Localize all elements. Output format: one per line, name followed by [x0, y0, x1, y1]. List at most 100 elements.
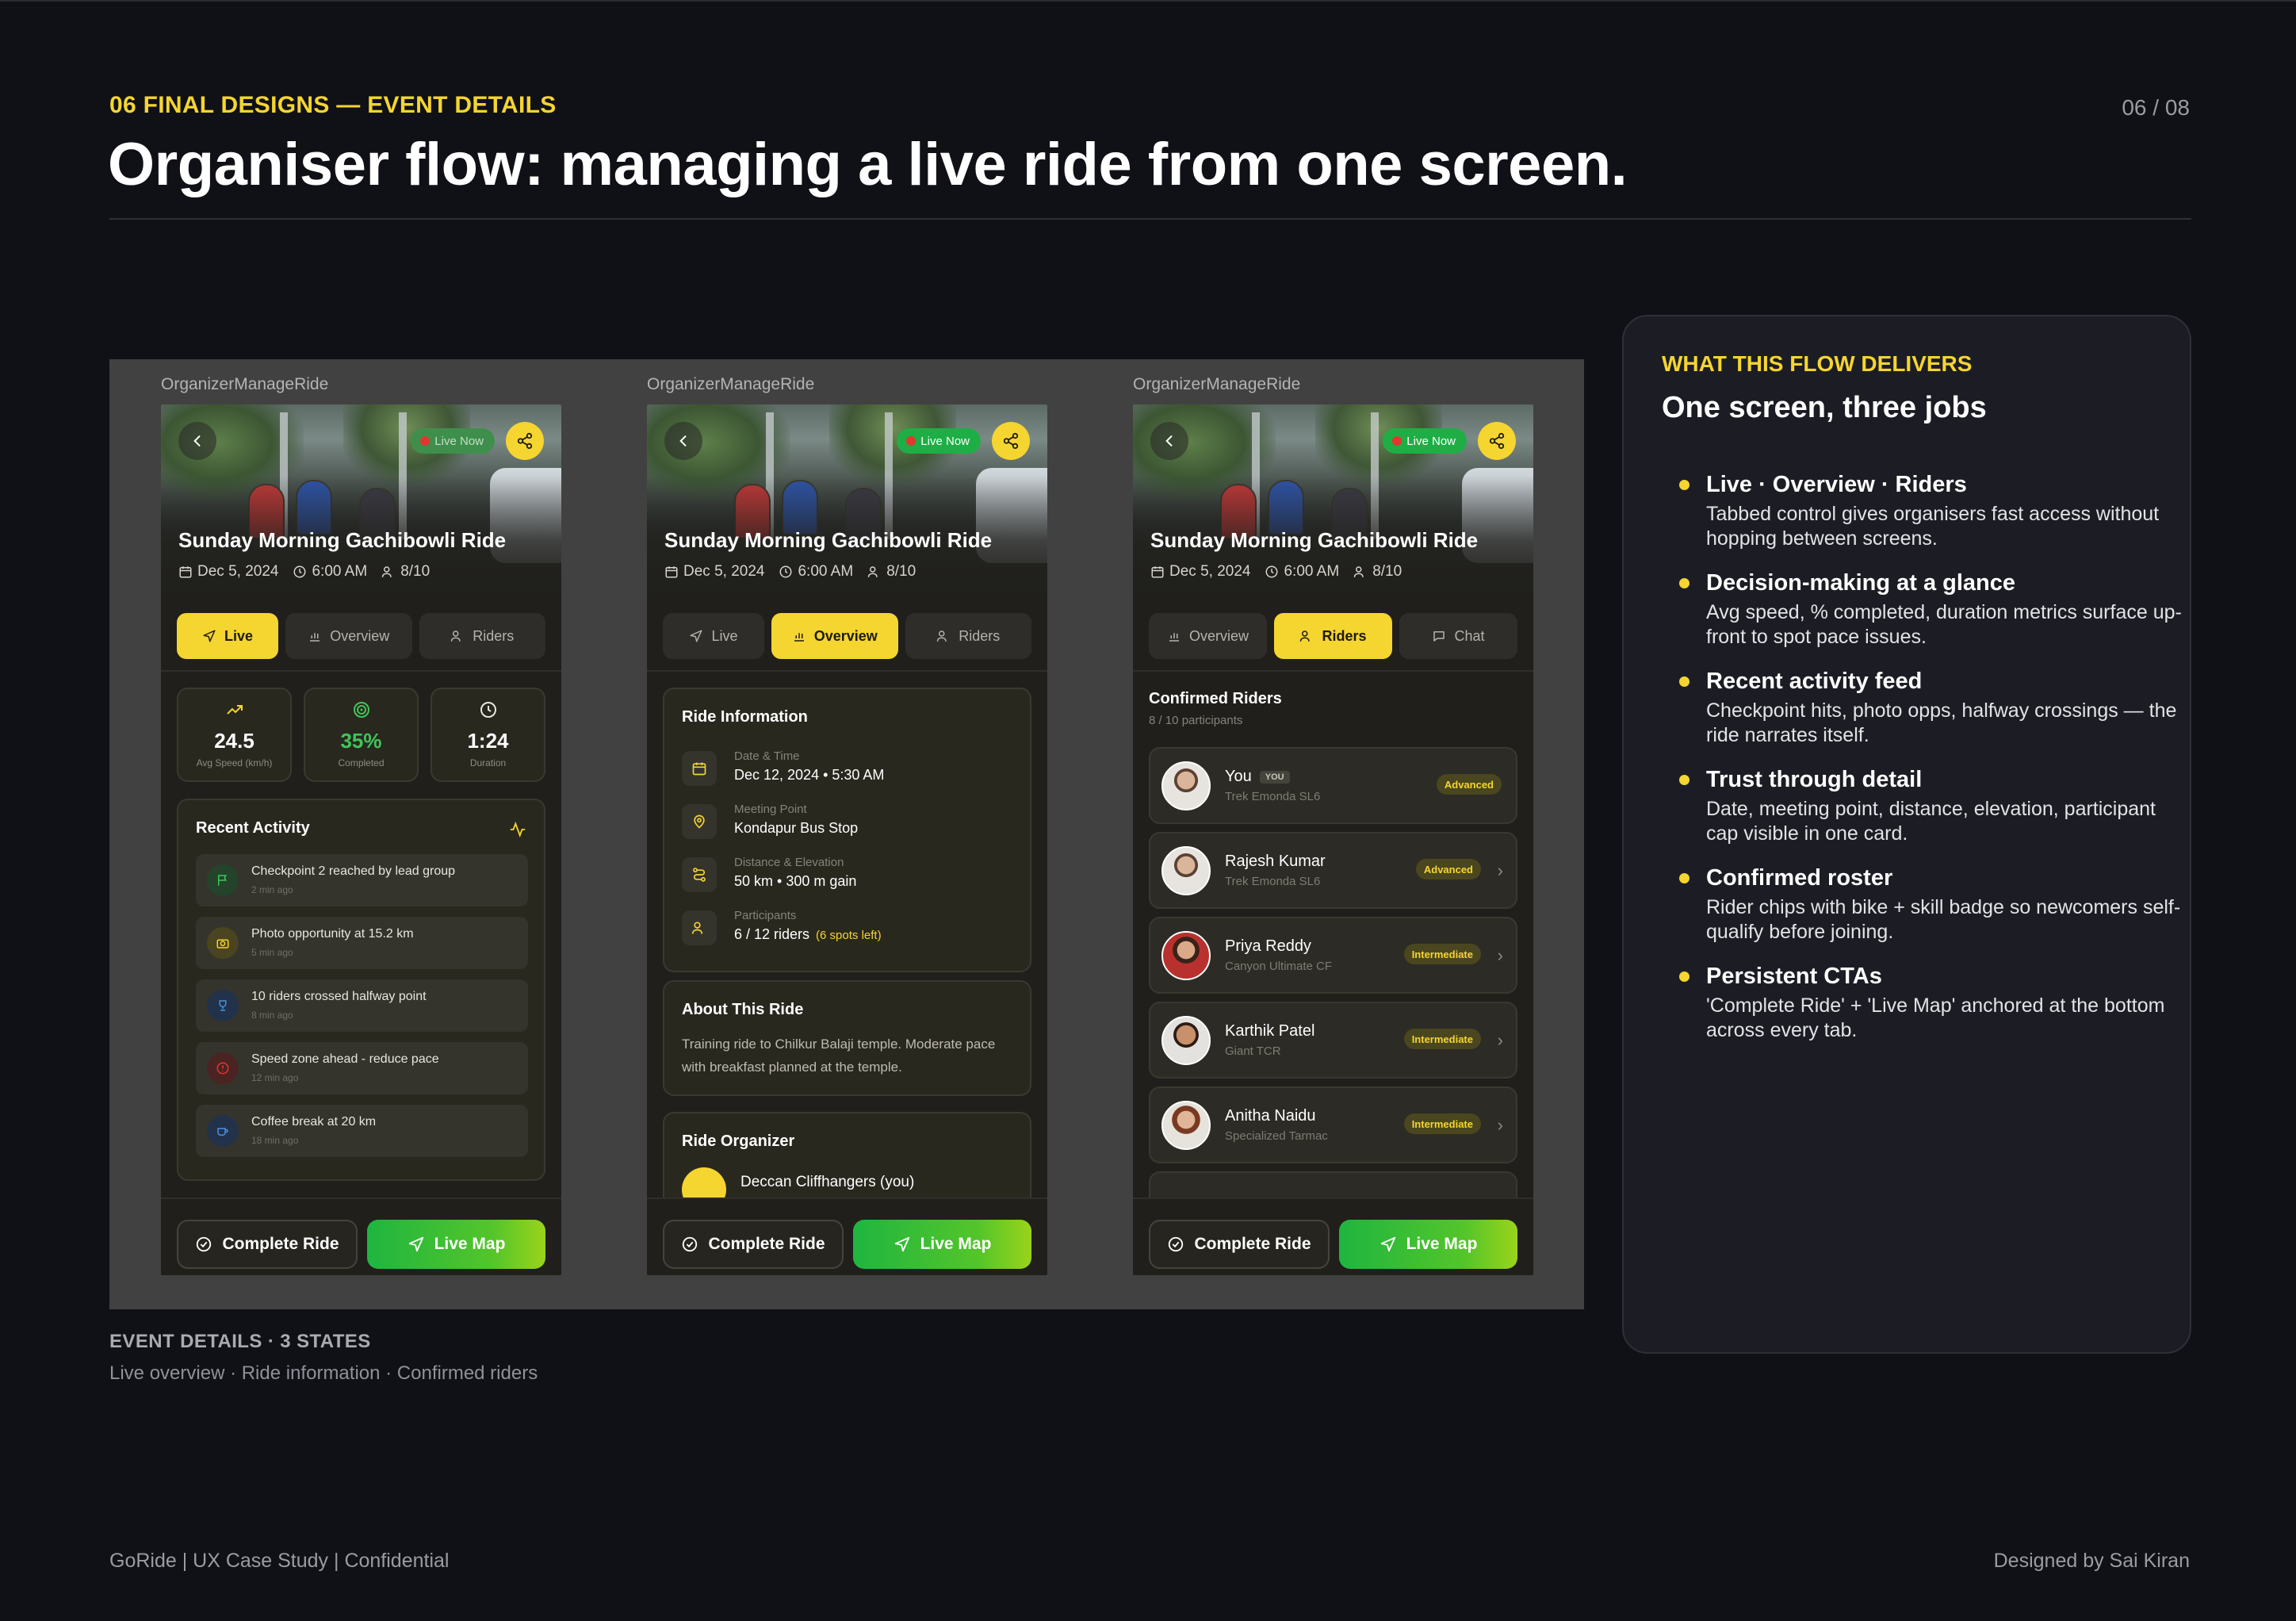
live-map-button[interactable]: Live Map	[1339, 1220, 1517, 1269]
complete-ride-button[interactable]: Complete Ride	[1149, 1220, 1330, 1269]
you-tag: YOU	[1259, 770, 1290, 784]
calendar-icon	[1151, 566, 1164, 578]
bullet-dot-icon	[1679, 480, 1689, 490]
about-ride-text: Training ride to Chilkur Balaji temple. …	[682, 1037, 996, 1075]
tab-overview[interactable]: Overview	[1149, 613, 1267, 659]
chevron-right-icon: ›	[1497, 860, 1503, 880]
section-eyebrow: 06 FINAL DESIGNS — EVENT DETAILS	[109, 92, 557, 118]
activity-icon	[510, 822, 526, 837]
bar-chart-icon	[1169, 633, 1179, 642]
live-now-badge: Live Now	[411, 428, 495, 454]
bullet-dot-icon	[1679, 873, 1689, 883]
tab-live[interactable]: Live	[177, 613, 278, 659]
rider-chip[interactable]: Priya Reddy Canyon Ultimate CF Intermedi…	[1149, 917, 1517, 994]
top-border	[0, 0, 2296, 2]
chevron-left-icon	[193, 435, 201, 446]
share-icon	[1003, 432, 1019, 450]
bullet-dot-icon	[1679, 578, 1689, 588]
back-button[interactable]	[664, 422, 702, 460]
avatar	[1161, 761, 1211, 810]
rider-chip[interactable]: Anitha Naidu Specialized Tarmac Intermed…	[1149, 1086, 1517, 1163]
back-button[interactable]	[1150, 422, 1188, 460]
bullet-dot-icon	[1679, 775, 1689, 785]
chevron-left-icon	[679, 435, 687, 446]
rider-chip[interactable]: Rajesh Kumar Trek Emonda SL6 Advanced ›	[1149, 832, 1517, 909]
pin-icon	[694, 814, 705, 829]
chevron-left-icon	[1165, 435, 1173, 446]
trophy-icon	[219, 1000, 227, 1011]
tab-riders[interactable]: Riders	[419, 613, 545, 659]
share-button[interactable]	[1478, 422, 1516, 460]
screen-label-overview: OrganizerManageRide	[647, 375, 815, 393]
back-button[interactable]	[178, 422, 216, 460]
clock-icon	[1265, 565, 1278, 578]
caption-subtitle: Live overview · Ride information · Confi…	[109, 1362, 538, 1384]
rider-chip[interactable]: You YOU Trek Emonda SL6 Advanced	[1149, 747, 1517, 824]
rider-chip[interactable]: Karthik Patel Giant TCR Intermediate ›	[1149, 1002, 1517, 1079]
complete-ride-button[interactable]: Complete Ride	[177, 1220, 358, 1269]
panel-heading: One screen, three jobs	[1662, 391, 1987, 424]
avatar	[1161, 931, 1211, 980]
share-button[interactable]	[992, 422, 1030, 460]
trending-up-icon	[226, 705, 243, 715]
stat-completed: 35% Completed	[304, 688, 419, 782]
tab-overview[interactable]: Overview	[285, 613, 412, 659]
about-ride-title: About This Ride	[682, 1001, 804, 1018]
skill-badge: Intermediate	[1403, 1113, 1481, 1134]
page-title: Organiser flow: managing a live ride fro…	[108, 131, 1628, 198]
users-icon	[1300, 630, 1311, 642]
info-date-time: Date & Time Dec 12, 2024 • 5:30 AM	[682, 746, 1015, 791]
tab-chat[interactable]: Chat	[1399, 613, 1517, 659]
check-circle-icon	[197, 1236, 212, 1252]
clock-icon	[480, 702, 496, 718]
ride-information-card: Ride Information Date & Time Dec 12, 2024…	[663, 688, 1031, 972]
tab-live[interactable]: Live	[663, 613, 764, 659]
avatar	[1161, 846, 1211, 895]
ride-meta: Dec 5, 2024 6:00 AM 8/10	[178, 563, 430, 581]
clock-icon	[293, 565, 306, 578]
ride-title: Sunday Morning Gachibowli Ride	[664, 528, 993, 552]
target-icon	[353, 702, 369, 718]
organizer-name: Deccan Cliffhangers (you)	[740, 1174, 915, 1190]
bottom-action-bar: Complete Ride Live Map	[1133, 1198, 1533, 1275]
activity-item: Coffee break at 20 km 18 min ago	[196, 1105, 528, 1157]
navigation-icon	[408, 1236, 423, 1252]
check-circle-icon	[683, 1236, 698, 1252]
phone-overview: Live Now Sunday Morning Gachibowli Ride …	[647, 404, 1047, 1275]
chevron-right-icon: ›	[1497, 1115, 1503, 1135]
tab-bar: Overview Riders Chat	[1149, 613, 1517, 659]
route-icon	[693, 868, 706, 882]
ride-information-title: Ride Information	[682, 708, 808, 726]
chevron-right-icon: ›	[1497, 945, 1503, 965]
recent-activity-card: Recent Activity Checkpoint 2 reached by …	[177, 799, 545, 1181]
complete-ride-button[interactable]: Complete Ride	[663, 1220, 844, 1269]
users-icon	[381, 566, 392, 577]
activity-item: Photo opportunity at 15.2 km 5 min ago	[196, 917, 528, 969]
tab-divider	[1133, 670, 1533, 672]
info-participants: Participants 6 / 12 riders (6 spots left)	[682, 906, 1015, 950]
calendar-icon	[692, 762, 706, 776]
live-map-button[interactable]: Live Map	[367, 1220, 545, 1269]
stat-avg-speed: 24.5 Avg Speed (km/h)	[177, 688, 292, 782]
tab-overview[interactable]: Overview	[771, 613, 898, 659]
confirmed-riders-title: Confirmed Riders	[1149, 690, 1282, 707]
footer-right: Designed by Sai Kiran	[1993, 1550, 2190, 1572]
live-map-button[interactable]: Live Map	[853, 1220, 1031, 1269]
share-button[interactable]	[506, 422, 544, 460]
bottom-action-bar: Complete Ride Live Map	[161, 1198, 561, 1275]
tab-riders[interactable]: Riders	[1274, 613, 1392, 659]
page-number: 06 / 08	[2122, 95, 2190, 120]
live-dot-icon	[1392, 436, 1402, 446]
calendar-icon	[179, 566, 192, 578]
tab-riders[interactable]: Riders	[905, 613, 1031, 659]
live-dot-icon	[420, 436, 430, 446]
phone-live: Live Now Sunday Morning Gachibowli Ride …	[161, 404, 561, 1275]
live-now-badge: Live Now	[1383, 428, 1467, 454]
flag-icon	[218, 875, 227, 886]
chevron-right-icon: ›	[1497, 1030, 1503, 1050]
users-icon	[936, 630, 947, 642]
ride-title: Sunday Morning Gachibowli Ride	[178, 528, 507, 552]
participants-count: 8 / 10 participants	[1149, 714, 1243, 727]
phone-riders: Live Now Sunday Morning Gachibowli Ride …	[1133, 404, 1533, 1275]
info-distance: Distance & Elevation 50 km • 300 m gain	[682, 853, 1015, 897]
